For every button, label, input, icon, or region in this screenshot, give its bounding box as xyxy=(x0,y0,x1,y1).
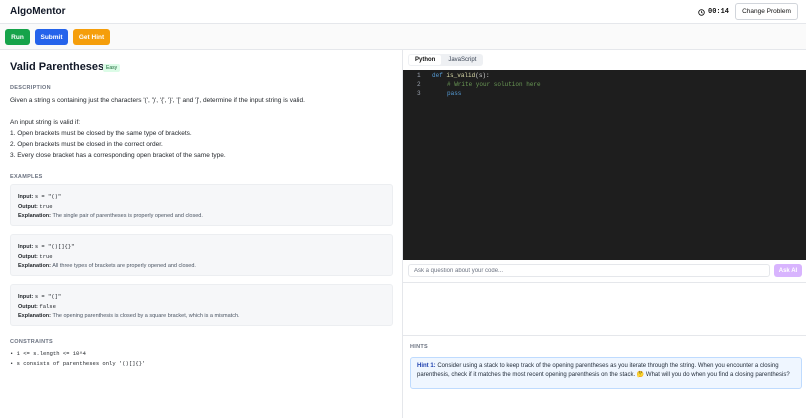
output-label: Output: xyxy=(18,204,38,210)
keyword-def: def xyxy=(432,72,443,79)
example-card: Input: s = "()" Output: true Explanation… xyxy=(10,184,393,226)
example-input: s = "(]" xyxy=(34,293,62,300)
description-heading: DESCRIPTION xyxy=(10,85,51,91)
explanation-label: Explanation: xyxy=(18,263,52,269)
explanation-label: Explanation: xyxy=(18,213,52,219)
example-input: s = "()" xyxy=(34,193,62,200)
run-button[interactable]: Run xyxy=(5,29,30,45)
description-text: An input string is valid if: xyxy=(10,119,81,126)
input-label: Input: xyxy=(18,194,34,200)
output-label: Output: xyxy=(18,304,38,310)
get-hint-button[interactable]: Get Hint xyxy=(73,29,110,45)
clock-icon xyxy=(698,8,705,16)
ask-question-input[interactable] xyxy=(408,264,770,277)
constraint-item: • 1 <= s.length <= 10^4 xyxy=(10,350,86,357)
action-bar: Run Submit Get Hint xyxy=(0,24,806,50)
problem-panel: Valid Parentheses Easy DESCRIPTION Given… xyxy=(0,50,403,418)
constraint-text: 1 <= s.length <= 10^4 xyxy=(16,350,86,357)
line-number: 1 xyxy=(417,72,421,79)
input-label: Input: xyxy=(18,294,34,300)
timer-value: 00:14 xyxy=(708,8,730,16)
example-input: s = "()[]{}" xyxy=(34,243,75,250)
constraint-text: s consists of parentheses only '()[]{}' xyxy=(16,360,146,367)
hint-card: Hint 1: Consider using a stack to keep t… xyxy=(410,357,802,389)
constraints-heading: CONSTRAINTS xyxy=(10,339,54,345)
code-comment: # Write your solution here xyxy=(447,81,541,88)
code-line: # Write your solution here xyxy=(447,81,541,88)
line-number: 3 xyxy=(417,90,421,97)
code-line: pass xyxy=(447,90,461,97)
problem-title: Valid Parentheses xyxy=(10,61,105,73)
brand-logo: AlgoMentor xyxy=(10,6,66,17)
assistant-response-area xyxy=(403,282,806,336)
hint-text: Consider using a stack to keep track of … xyxy=(417,363,790,378)
top-bar: AlgoMentor 00:14 Change Problem xyxy=(0,0,806,24)
example-output: true xyxy=(39,253,53,260)
submit-button[interactable]: Submit xyxy=(35,29,68,45)
example-explanation: All three types of brackets are properly… xyxy=(52,263,196,269)
examples-heading: EXAMPLES xyxy=(10,174,43,180)
example-output: false xyxy=(39,303,56,310)
description-text: 3. Every close bracket has a correspondi… xyxy=(10,152,226,159)
keyword-pass: pass xyxy=(447,90,462,97)
example-explanation: The single pair of parentheses is proper… xyxy=(52,213,203,219)
code-editor[interactable]: 1 2 3 def is_valid(s): # Write your solu… xyxy=(403,70,806,260)
example-explanation: The opening parenthesis is closed by a s… xyxy=(52,313,240,319)
language-tabs: Python JavaScript xyxy=(408,54,484,66)
change-problem-button[interactable]: Change Problem xyxy=(735,3,798,20)
timer: 00:14 xyxy=(698,8,729,16)
tab-javascript[interactable]: JavaScript xyxy=(442,55,482,65)
line-number: 2 xyxy=(417,81,421,88)
code-line: def is_valid(s): xyxy=(432,72,490,79)
output-label: Output: xyxy=(18,254,38,260)
ask-ai-button[interactable]: Ask AI xyxy=(774,264,802,277)
description-text: 2. Open brackets must be closed in the c… xyxy=(10,141,163,148)
explanation-label: Explanation: xyxy=(18,313,52,319)
hints-heading: HINTS xyxy=(410,344,428,350)
example-card: Input: s = "(]" Output: false Explanatio… xyxy=(10,284,393,326)
line-gutter: 1 2 3 xyxy=(403,70,427,260)
constraint-item: • s consists of parentheses only '()[]{}… xyxy=(10,360,146,367)
example-output: true xyxy=(39,203,53,210)
input-label: Input: xyxy=(18,244,34,250)
example-card: Input: s = "()[]{}" Output: true Explana… xyxy=(10,234,393,276)
function-name: is_valid xyxy=(446,72,476,79)
hint-label: Hint 1: xyxy=(417,363,436,369)
description-text: 1. Open brackets must be closed by the s… xyxy=(10,130,192,137)
editor-panel: Python JavaScript 1 2 3 def is_valid(s):… xyxy=(403,50,806,418)
function-params: (s): xyxy=(475,72,490,79)
tab-python[interactable]: Python xyxy=(409,55,442,65)
description-text: Given a string s containing just the cha… xyxy=(10,97,305,104)
difficulty-badge: Easy xyxy=(103,64,121,72)
